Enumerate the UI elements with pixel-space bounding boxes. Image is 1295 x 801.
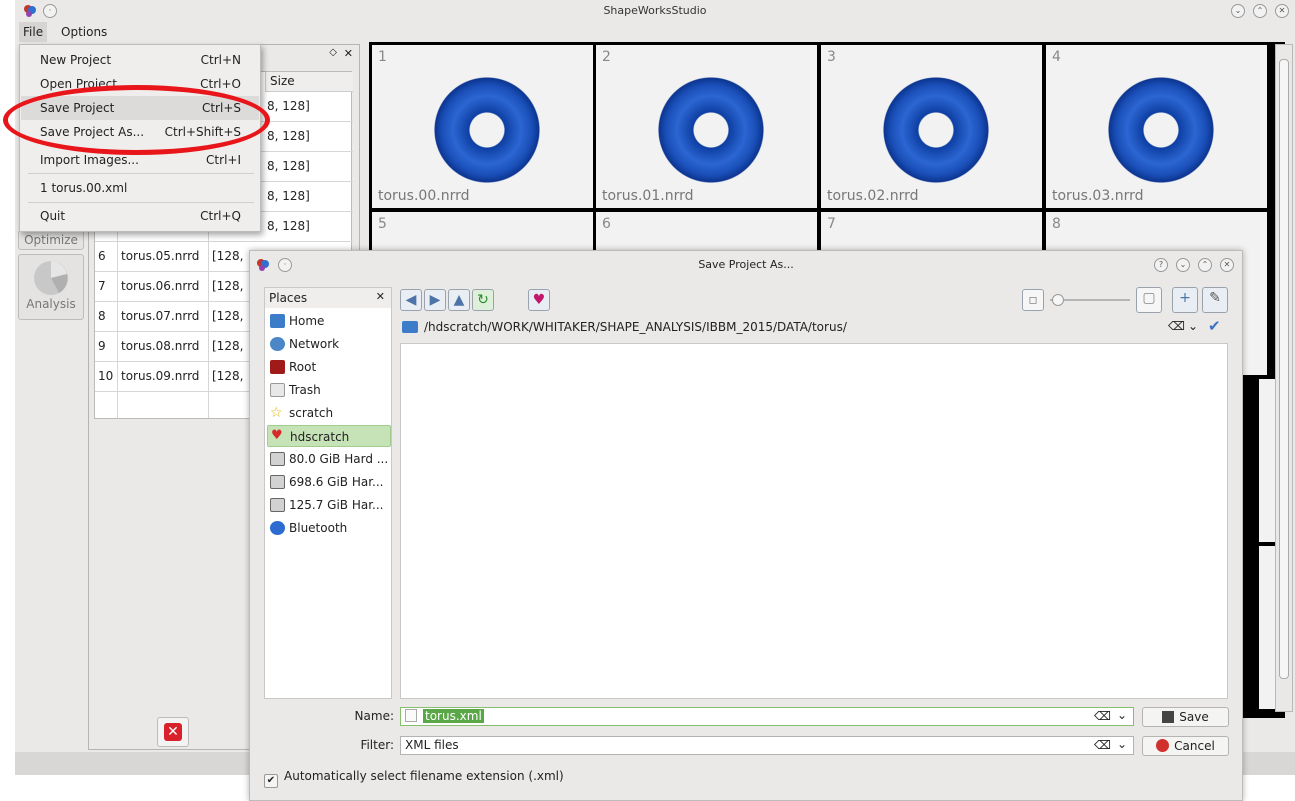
zoom-slider[interactable] (1050, 294, 1130, 306)
back-icon[interactable]: ◀ (400, 289, 422, 311)
reload-icon[interactable]: ↻ (472, 289, 494, 311)
large-preview-icon[interactable]: ▢ (1136, 287, 1162, 313)
heart-icon: ♥ (271, 428, 283, 443)
up-icon[interactable]: ▲ (448, 289, 470, 311)
home-folder-icon (270, 314, 285, 328)
place-drive-80gb[interactable]: 80.0 GiB Hard ... (267, 448, 391, 470)
window-title: ShapeWorksStudio (603, 4, 707, 17)
place-home[interactable]: Home (267, 310, 391, 332)
places-panel: Places ✕ Home Network Root Trash ☆ scratc… (264, 287, 392, 699)
viewer-cell[interactable]: 1 torus.00.nrrd (372, 45, 593, 208)
folder-icon (402, 321, 418, 333)
name-label: Name: (354, 709, 394, 723)
save-project-as-dialog: · Save Project As... ? ⌄ ⌃ ✕ Places ✕ Ho… (249, 250, 1243, 801)
dialog-maximize-icon[interactable]: ⌃ (1198, 258, 1212, 272)
torus-render (881, 75, 991, 185)
root-folder-icon (270, 360, 285, 374)
analysis-icon (34, 261, 68, 295)
bookmark-icon[interactable]: ♥ (528, 289, 550, 311)
options-wrench-icon[interactable]: ✎ (1202, 287, 1228, 313)
file-icon (405, 709, 417, 722)
bluetooth-icon (270, 521, 285, 535)
help-icon[interactable]: ? (1154, 258, 1168, 272)
places-header: Places (265, 288, 391, 308)
places-close-icon[interactable]: ✕ (376, 290, 385, 303)
delete-button[interactable]: ✕ (157, 717, 189, 747)
menu-file[interactable]: File (19, 22, 48, 42)
dialog-title: Save Project As... (698, 258, 794, 271)
file-list[interactable] (400, 343, 1228, 699)
scrollbar-thumb[interactable] (1279, 59, 1289, 679)
cancel-button[interactable]: Cancel (1142, 736, 1229, 756)
menu-bar: File Options (15, 22, 1295, 42)
clear-name-icon[interactable]: ⌫ (1094, 709, 1111, 723)
place-bluetooth[interactable]: Bluetooth (267, 517, 391, 539)
forward-icon[interactable]: ▶ (424, 289, 446, 311)
analysis-tab[interactable]: Analysis (18, 254, 84, 320)
column-header-size[interactable]: Size (265, 72, 353, 92)
cancel-icon (1156, 739, 1170, 752)
menu-recent-file[interactable]: 1 torus.00.xml (21, 176, 259, 200)
filter-select[interactable]: XML files ⌫ ⌄ (400, 736, 1134, 755)
torus-render (656, 75, 766, 185)
dock-close-icon[interactable]: ✕ (344, 47, 353, 60)
close-icon[interactable]: ✕ (1275, 4, 1289, 18)
optimize-tab[interactable]: Optimize (18, 230, 84, 250)
dialog-close-icon[interactable]: ✕ (1220, 258, 1234, 272)
hard-drive-icon (270, 498, 285, 512)
title-bar: · ShapeWorksStudio ⌄ ⌃ ✕ (15, 0, 1295, 22)
menu-quit[interactable]: Quit Ctrl+Q (21, 204, 259, 228)
location-bar[interactable]: /hdscratch/WORK/WHITAKER/SHAPE_ANALYSIS/… (400, 317, 1230, 337)
maximize-icon[interactable]: ⌃ (1253, 4, 1267, 18)
small-preview-icon[interactable]: ▫ (1022, 289, 1044, 311)
accept-path-icon[interactable]: ✔ (1208, 317, 1221, 335)
delete-icon: ✕ (164, 723, 182, 741)
highlight-annotation-ring (3, 85, 270, 155)
dock-float-icon[interactable]: ◇ (329, 47, 337, 58)
viewer-scrollbar[interactable] (1275, 44, 1293, 712)
star-icon: ☆ (270, 405, 283, 421)
checkbox-check-icon: ✔ (264, 774, 278, 788)
minimize-icon[interactable]: ⌄ (1231, 4, 1245, 18)
place-root[interactable]: Root (267, 356, 391, 378)
filter-dropdown-icon[interactable]: ⌄ (1117, 737, 1127, 751)
place-scratch[interactable]: ☆ scratch (267, 402, 391, 424)
viewer-cell[interactable]: 4 torus.03.nrrd (1046, 45, 1267, 208)
path-text: /hdscratch/WORK/WHITAKER/SHAPE_ANALYSIS/… (424, 320, 847, 334)
filter-label: Filter: (360, 738, 394, 752)
place-network[interactable]: Network (267, 333, 391, 355)
clear-filter-icon[interactable]: ⌫ (1094, 738, 1111, 752)
zoom-slider-handle[interactable] (1052, 294, 1064, 306)
trash-icon (270, 383, 285, 397)
menu-options[interactable]: Options (57, 22, 111, 42)
viewer-cell[interactable]: 2 torus.01.nrrd (596, 45, 817, 208)
menu-new-project[interactable]: New Project Ctrl+N (21, 48, 259, 72)
path-dropdown-icon[interactable]: ⌄ (1188, 319, 1198, 333)
place-drive-125gb[interactable]: 125.7 GiB Har... (267, 494, 391, 516)
torus-render (432, 75, 542, 185)
save-button[interactable]: Save (1142, 707, 1229, 727)
place-hdscratch[interactable]: ♥ hdscratch (267, 425, 391, 447)
auto-extension-checkbox[interactable]: ✔ Automatically select filename extension… (264, 769, 564, 788)
dialog-minimize-icon[interactable]: ⌄ (1176, 258, 1190, 272)
torus-render (1106, 75, 1216, 185)
network-globe-icon (270, 337, 285, 351)
place-drive-698gb[interactable]: 698.6 GiB Har... (267, 471, 391, 493)
filename-input[interactable]: torus.xml ⌫ ⌄ (400, 707, 1134, 726)
analysis-label: Analysis (26, 297, 76, 311)
hard-drive-icon (270, 475, 285, 489)
new-folder-icon[interactable]: + (1172, 287, 1198, 313)
clear-path-icon[interactable]: ⌫ (1168, 319, 1185, 333)
place-trash[interactable]: Trash (267, 379, 391, 401)
name-dropdown-icon[interactable]: ⌄ (1117, 708, 1127, 722)
floppy-icon (1162, 711, 1175, 723)
viewer-cell[interactable]: 3 torus.02.nrrd (821, 45, 1042, 208)
hard-drive-icon (270, 452, 285, 466)
